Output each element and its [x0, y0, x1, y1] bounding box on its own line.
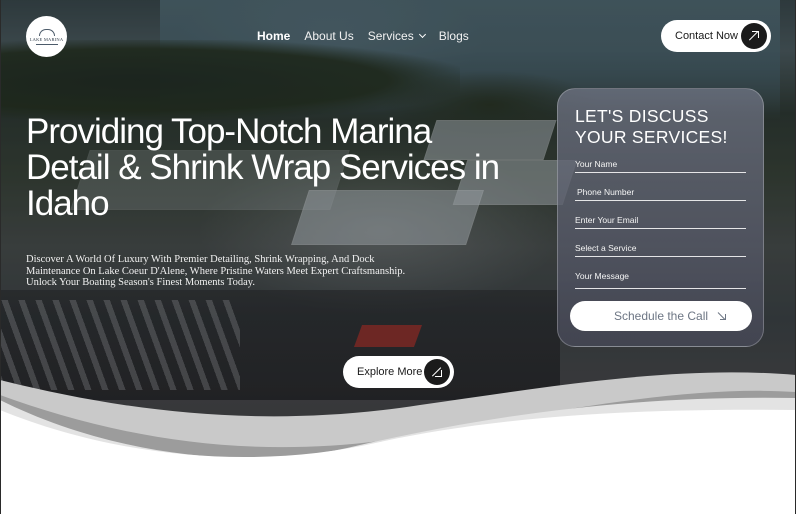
hero-subtext: Discover A World Of Luxury With Premier … [26, 254, 406, 288]
hero-section: LAKE MARINA Home About Us Services Blogs… [0, 0, 796, 514]
message-field[interactable]: Your Message [575, 271, 746, 289]
phone-field[interactable]: Phone Number [575, 187, 746, 201]
nav-item-about-us[interactable]: About Us [304, 29, 353, 43]
arrow-up-right-icon [741, 23, 767, 49]
page-border-left [0, 0, 1, 514]
nav-item-label: About Us [304, 29, 354, 43]
chevron-down-icon [418, 30, 426, 39]
contact-now-label: Contact Now [675, 30, 738, 42]
hero-headline: Providing Top-Notch Marina Detail & Shri… [26, 112, 500, 223]
service-select[interactable]: Select a Service [575, 243, 746, 257]
schedule-call-label: Schedule the Call [613, 309, 709, 323]
logo-text: LAKE MARINA [29, 36, 64, 42]
brand-logo[interactable]: LAKE MARINA [26, 16, 67, 57]
name-field[interactable]: Your Name [575, 159, 746, 173]
nav-item-blogs[interactable]: Blogs [439, 29, 469, 43]
logo-underline [35, 43, 58, 45]
nav-item-label: Home [257, 29, 291, 43]
nav-item-label: Blogs [438, 29, 469, 43]
contact-form: LET'S DISCUSS YOUR SERVICES! Your Name P… [557, 88, 764, 347]
main-nav: Home About Us Services Blogs [257, 29, 483, 43]
nav-item-services[interactable]: Services [367, 29, 426, 43]
contact-now-button[interactable]: Contact Now [661, 20, 771, 52]
explore-more-button[interactable]: Explore More [343, 356, 454, 388]
schedule-call-button[interactable]: Schedule the Call [570, 301, 752, 331]
logo-arc-icon [38, 28, 55, 36]
nav-item-label: Services [367, 29, 414, 43]
nav-item-home[interactable]: Home [257, 29, 290, 43]
arrow-down-right-icon [424, 359, 450, 385]
explore-more-label: Explore More [357, 366, 423, 378]
email-field[interactable]: Enter Your Email [575, 215, 746, 229]
form-title: LET'S DISCUSS YOUR SERVICES! [575, 106, 728, 147]
arrow-down-right-icon [718, 312, 726, 320]
